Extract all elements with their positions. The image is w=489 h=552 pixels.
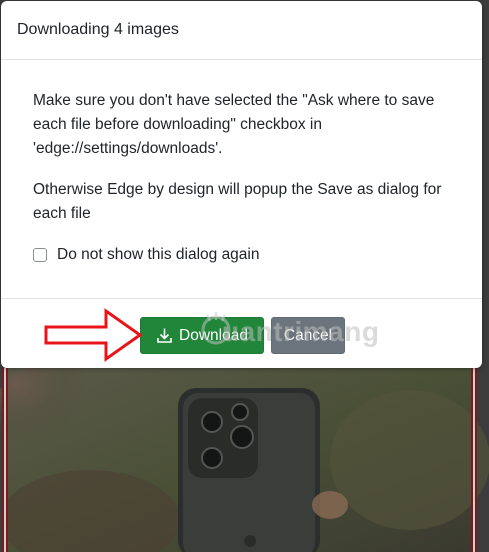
dont-show-again-row[interactable]: Do not show this dialog again [33,243,450,267]
dont-show-again-checkbox[interactable] [33,248,47,262]
red-border-left [2,368,8,552]
dialog-header: Downloading 4 images [1,1,482,60]
red-arrow-icon [44,308,143,362]
instruction-text: Make sure you don't have selected the "A… [33,92,435,157]
explanation-text: Otherwise Edge by design will popup the … [33,181,442,222]
dont-show-again-label[interactable]: Do not show this dialog again [57,243,260,267]
dialog-title: Downloading 4 images [17,21,179,38]
download-button[interactable]: Download [140,317,264,354]
phone-image [178,388,320,552]
red-border-right [471,368,477,552]
download-button-label: Download [179,326,248,344]
cancel-button-label: Cancel [283,326,333,344]
download-icon [157,328,172,343]
dialog-body: Make sure you don't have selected the "A… [1,60,482,298]
cancel-button[interactable]: Cancel [271,317,345,354]
